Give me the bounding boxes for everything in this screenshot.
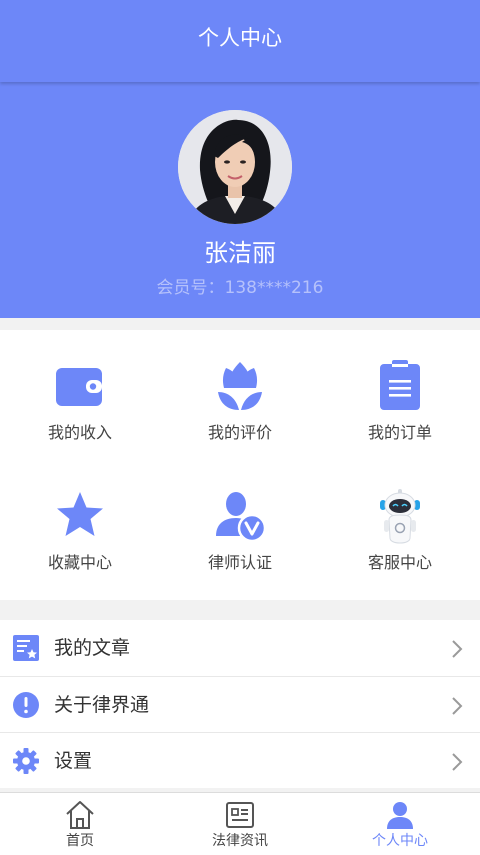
grid-item-customer-service[interactable]: 客服中心 [320,460,480,592]
grid-item-label: 收藏中心 [47,553,112,572]
gear-icon [13,748,39,774]
menu-item-label: 我的文章 [54,637,131,659]
menu-item-settings[interactable]: 设置 [0,733,480,789]
grid-item-label: 律师认证 [207,553,272,572]
tab-home[interactable]: 首页 [0,793,160,855]
menu-item-label: 设置 [54,750,93,772]
star-icon [57,492,103,536]
menu-item-label: 关于律界通 [54,694,150,716]
menu-list: 我的文章 关于律界通 设置 [0,620,480,788]
profile-header: 张洁丽 会员号：138****216 [0,82,480,318]
member-number: 会员号：138****216 [156,278,324,298]
wallet-icon [56,368,102,406]
tulip-icon [218,362,262,410]
grid-item-label: 我的评价 [207,423,272,442]
tab-label: 首页 [66,833,94,849]
page-title: 个人中心 [198,26,282,50]
grid-item-label: 我的收入 [47,423,112,442]
menu-item-about[interactable]: 关于律界通 [0,677,480,733]
function-grid: 我的收入 我的评价 我的订单 收藏中心 律师认证 客服中心 [0,330,480,600]
grid-item-label: 客服中心 [367,553,432,572]
clipboard-icon [380,360,420,410]
news-icon [226,802,254,828]
bottom-tab-bar: 首页 法律资讯 个人中心 [0,792,480,855]
tab-legal-news[interactable]: 法律资讯 [160,793,320,855]
grid-item-orders[interactable]: 我的订单 [320,330,480,462]
avatar[interactable] [178,110,292,224]
top-bar: 个人中心 [0,0,480,82]
tab-label: 法律资讯 [212,833,268,849]
menu-item-my-articles[interactable]: 我的文章 [0,620,480,676]
article-icon [13,635,39,661]
grid-item-label: 我的订单 [367,423,432,442]
info-icon [13,692,39,718]
robot-icon [380,489,420,544]
tab-label: 个人中心 [372,833,428,849]
grid-item-favorites[interactable]: 收藏中心 [0,460,160,592]
grid-item-lawyer-verify[interactable]: 律师认证 [160,460,320,592]
chevron-right-icon [452,640,463,658]
user-icon [387,802,413,829]
chevron-right-icon [452,697,463,715]
grid-item-reviews[interactable]: 我的评价 [160,330,320,462]
home-icon [66,801,94,829]
user-name: 张洁丽 [204,239,276,267]
tab-personal-center[interactable]: 个人中心 [320,793,480,855]
grid-item-income[interactable]: 我的收入 [0,330,160,462]
chevron-right-icon [452,753,463,771]
lawyer-verify-icon [216,492,267,543]
